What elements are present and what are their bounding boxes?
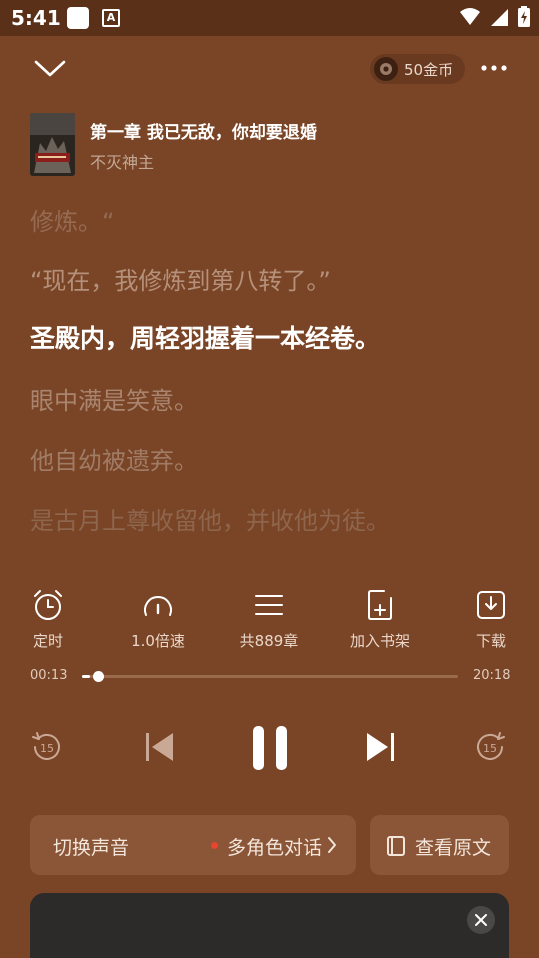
- view-original-button[interactable]: 查看原文: [370, 815, 509, 875]
- coins-label: 50金币: [404, 60, 454, 79]
- rewind-15-button[interactable]: 15: [30, 730, 64, 768]
- current-time: 00:13: [30, 668, 68, 683]
- signal-icon: [491, 9, 508, 26]
- pause-icon: [253, 726, 287, 770]
- progress-thumb[interactable]: [92, 671, 104, 682]
- next-button[interactable]: [364, 730, 398, 768]
- progress-bar[interactable]: [82, 671, 458, 682]
- timer-label: 定时: [32, 632, 63, 650]
- rewind-seconds: 15: [40, 742, 54, 755]
- chevron-right-icon: [328, 837, 336, 853]
- text-line[interactable]: 眼中满是笑意。: [30, 381, 198, 416]
- text-line[interactable]: “现在，我修炼到第八转了。”: [30, 261, 331, 296]
- chapter-list-button[interactable]: 共889章: [229, 588, 309, 651]
- skip-previous-icon: [146, 733, 173, 761]
- notification-app-icon: [67, 7, 89, 29]
- speed-label: 1.0倍速: [131, 632, 185, 650]
- download-label: 下载: [475, 632, 506, 650]
- list-icon: [255, 595, 283, 615]
- pause-button[interactable]: [250, 725, 290, 775]
- book-author: 不灭神主: [90, 153, 155, 172]
- bookmark-add-icon: [368, 590, 392, 620]
- coins-button[interactable]: 50金币: [370, 54, 466, 84]
- status-bar: 5:41 A: [0, 0, 539, 36]
- notification-a-icon: A: [102, 9, 120, 27]
- speed-button[interactable]: 1.0倍速: [118, 588, 198, 651]
- wifi-icon: [460, 8, 480, 25]
- rewind-15-icon: 15: [32, 732, 60, 760]
- coin-icon: [374, 57, 398, 81]
- forward-seconds: 15: [483, 742, 497, 755]
- current-text-line[interactable]: 圣殿内，周轻羽握着一本经卷。: [30, 319, 380, 355]
- close-icon: [475, 914, 487, 926]
- close-ad-button[interactable]: [467, 906, 495, 934]
- forward-15-icon: 15: [477, 732, 505, 760]
- player-header: 50金币: [0, 36, 539, 100]
- text-line[interactable]: 是古月上尊收留他，并收他为徒。: [30, 501, 390, 536]
- timer-button[interactable]: 定时: [8, 588, 88, 651]
- chapter-title: 第一章 我已无敌，你却要退婚: [90, 123, 317, 143]
- new-badge-dot: [211, 842, 218, 849]
- more-button[interactable]: [478, 58, 510, 78]
- progress-fill: [82, 675, 90, 678]
- view-original-label: 查看原文: [415, 837, 492, 859]
- battery-icon: [518, 6, 530, 27]
- download-icon: [477, 591, 505, 619]
- chevron-down-icon: [34, 60, 66, 77]
- text-line[interactable]: 他自幼被遗弃。: [30, 441, 198, 476]
- switch-voice-label: 切换声音: [53, 837, 130, 859]
- previous-button[interactable]: [142, 730, 176, 768]
- alarm-clock-icon: [34, 590, 62, 620]
- voice-value: 多角色对话: [227, 837, 323, 859]
- more-icon: [481, 65, 507, 71]
- ad-panel: [30, 893, 509, 958]
- text-line[interactable]: 修炼。“: [30, 202, 114, 237]
- status-icons: [459, 6, 531, 28]
- switch-voice-button[interactable]: 切换声音 多角色对话: [30, 815, 356, 875]
- chapters-label: 共889章: [239, 632, 299, 650]
- book-cover[interactable]: [30, 113, 75, 176]
- add-to-bookshelf-button[interactable]: 加入书架: [340, 588, 420, 651]
- download-button[interactable]: 下载: [451, 588, 531, 651]
- book-icon: [387, 836, 405, 856]
- skip-next-icon: [367, 733, 394, 761]
- total-time: 20:18: [473, 668, 511, 683]
- status-time: 5:41: [11, 6, 61, 30]
- bookshelf-label: 加入书架: [349, 632, 410, 650]
- speedometer-icon: [144, 596, 172, 616]
- forward-15-button[interactable]: 15: [473, 730, 507, 768]
- collapse-button[interactable]: [30, 50, 70, 86]
